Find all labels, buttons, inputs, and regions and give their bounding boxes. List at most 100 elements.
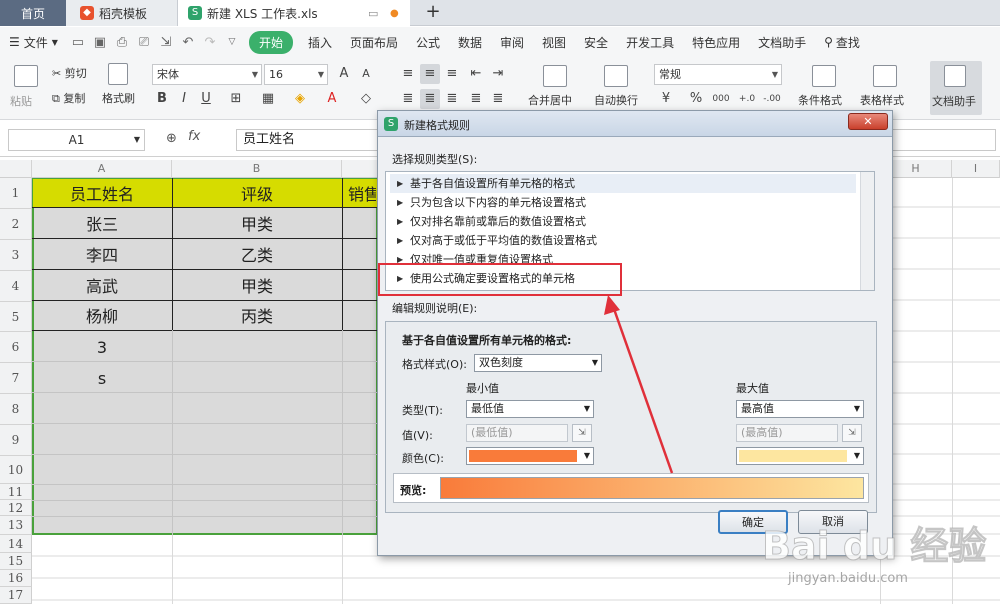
doc-assistant-button[interactable]: 文档助手 [930,61,982,115]
redo-icon[interactable]: ↷ [199,35,221,50]
row-header[interactable]: 3 [0,240,32,271]
copy-button[interactable]: ⧉ 复制 [52,90,85,106]
comma-button[interactable]: 000 [708,89,734,109]
print-preview-icon[interactable]: ⎙ [111,35,133,50]
indent-decrease-icon[interactable]: ⇤ [466,64,486,84]
align-center-icon[interactable]: ≣ [420,89,440,109]
monitor-icon[interactable]: ▭ [368,7,378,20]
menu-review[interactable]: 审阅 [491,34,533,51]
menu-doc-assistant[interactable]: 文档助手 [749,34,815,51]
indent-increase-icon[interactable]: ⇥ [488,64,508,84]
menu-features[interactable]: 特色应用 [683,34,749,51]
percent-button[interactable]: % [686,89,706,109]
max-value-input[interactable]: (最高值) [736,424,838,442]
min-value-input[interactable]: (最低值) [466,424,568,442]
max-color-select[interactable]: ▼ [736,447,864,465]
tab-home[interactable]: 首页 [0,0,66,26]
new-tab-button[interactable]: + [420,0,446,26]
rule-item[interactable]: ▶ 仅对排名靠前或靠后的数值设置格式 [390,212,856,231]
menu-search[interactable]: ⚲ 查找 [815,34,869,51]
paste-icon[interactable] [14,65,38,87]
print-icon[interactable]: ⎚ [133,35,155,50]
merge-center-icon[interactable] [543,65,567,87]
shrink-font-button[interactable]: A [356,64,376,84]
decrease-decimal-button[interactable]: -.00 [760,89,784,109]
row-header[interactable]: 5 [0,302,32,332]
grow-font-button[interactable]: A [334,64,354,84]
font-color-icon[interactable]: A [322,89,342,109]
cell-A2[interactable]: 张三 [32,209,172,240]
cell-A6[interactable]: 3 [32,332,172,363]
row-header[interactable]: 13 [0,516,32,535]
row-header[interactable]: 14 [0,535,32,553]
row-header[interactable]: 4 [0,271,32,302]
align-middle-icon[interactable]: ≡ [420,64,440,84]
conditional-format-icon[interactable] [812,65,836,87]
row-header[interactable]: 11 [0,484,32,500]
rule-list-scrollbar[interactable] [860,172,874,290]
italic-button[interactable]: I [174,89,194,109]
rule-item[interactable]: ▶ 仅对高于或低于平均值的数值设置格式 [390,231,856,250]
row-header[interactable]: 2 [0,209,32,240]
rule-item[interactable]: ▶ 基于各自值设置所有单元格的格式 [390,174,856,193]
cell-A4[interactable]: 高武 [32,271,172,302]
save-icon[interactable]: ▣ [89,35,111,50]
font-name-select[interactable]: 宋体 ▼ [152,64,262,85]
fx-icon[interactable]: fx [188,129,200,144]
row-header[interactable]: 1 [0,178,32,209]
cell-A7[interactable]: s [32,363,172,394]
clear-icon[interactable]: ◇ [356,89,376,109]
row-header[interactable]: 7 [0,363,32,394]
cell-B5[interactable]: 丙类 [172,302,342,332]
cell-B1[interactable]: 评级 [172,180,342,209]
max-type-select[interactable]: 最高值 ▼ [736,400,864,418]
rule-item[interactable]: ▶ 只为包含以下内容的单元格设置格式 [390,193,856,212]
menu-insert[interactable]: 插入 [299,34,341,51]
currency-icon[interactable]: ¥ [656,89,676,109]
menu-developer[interactable]: 开发工具 [617,34,683,51]
align-bottom-icon[interactable]: ≡ [442,64,462,84]
range-picker-icon[interactable]: ⇲ [842,424,862,442]
dialog-title-bar[interactable]: S 新建格式规则 ✕ [378,111,892,137]
tab-document[interactable]: S 新建 XLS 工作表.xls ▭ ● [178,0,410,26]
open-folder-icon[interactable]: ▭ [67,35,89,50]
wrap-text-icon[interactable] [604,65,628,87]
conditional-format-button[interactable]: 条件格式 [798,92,842,108]
more-icon[interactable]: ▽ [221,37,243,47]
menu-data[interactable]: 数据 [449,34,491,51]
row-header[interactable]: 12 [0,500,32,516]
column-header[interactable]: A [32,160,172,178]
justify-icon[interactable]: ≣ [466,89,486,109]
close-button[interactable]: ✕ [848,113,888,130]
menu-start[interactable]: 开始 [248,30,293,54]
zoom-icon[interactable]: ⊕ [166,131,177,146]
cell-A3[interactable]: 李四 [32,240,172,271]
tab-templates[interactable]: ◆ 稻壳模板 [66,0,178,26]
cell-B3[interactable]: 乙类 [172,240,342,271]
undo-icon[interactable]: ↶ [177,35,199,50]
row-header[interactable]: 10 [0,456,32,484]
format-painter-button[interactable]: 格式刷 [102,90,135,106]
min-type-select[interactable]: 最低值 ▼ [466,400,594,418]
row-header[interactable]: 16 [0,570,32,587]
menu-file[interactable]: ☰ 文件 ▼ [0,34,67,51]
menu-formula[interactable]: 公式 [407,34,449,51]
cell-A1[interactable]: 员工姓名 [32,180,172,209]
increase-decimal-button[interactable]: +.0 [736,89,758,109]
row-header[interactable]: 6 [0,332,32,363]
wrap-text-button[interactable]: 自动换行 [594,92,638,108]
paste-button[interactable]: 粘贴 [10,93,32,109]
range-picker-icon[interactable]: ⇲ [572,424,592,442]
cell-C1[interactable]: 销售 [342,180,376,209]
cell-B2[interactable]: 甲类 [172,209,342,240]
menu-page-layout[interactable]: 页面布局 [341,34,407,51]
bold-button[interactable]: B [152,89,172,109]
min-color-select[interactable]: ▼ [466,447,594,465]
row-header[interactable]: 9 [0,425,32,456]
column-header[interactable]: I [952,160,1000,178]
format-style-select[interactable]: 双色刻度 ▼ [474,354,602,372]
cell-style-icon[interactable]: ▦ [258,89,278,109]
table-style-button[interactable]: 表格样式 [860,92,904,108]
cut-button[interactable]: ✂ 剪切 [52,65,87,81]
menu-view[interactable]: 视图 [533,34,575,51]
